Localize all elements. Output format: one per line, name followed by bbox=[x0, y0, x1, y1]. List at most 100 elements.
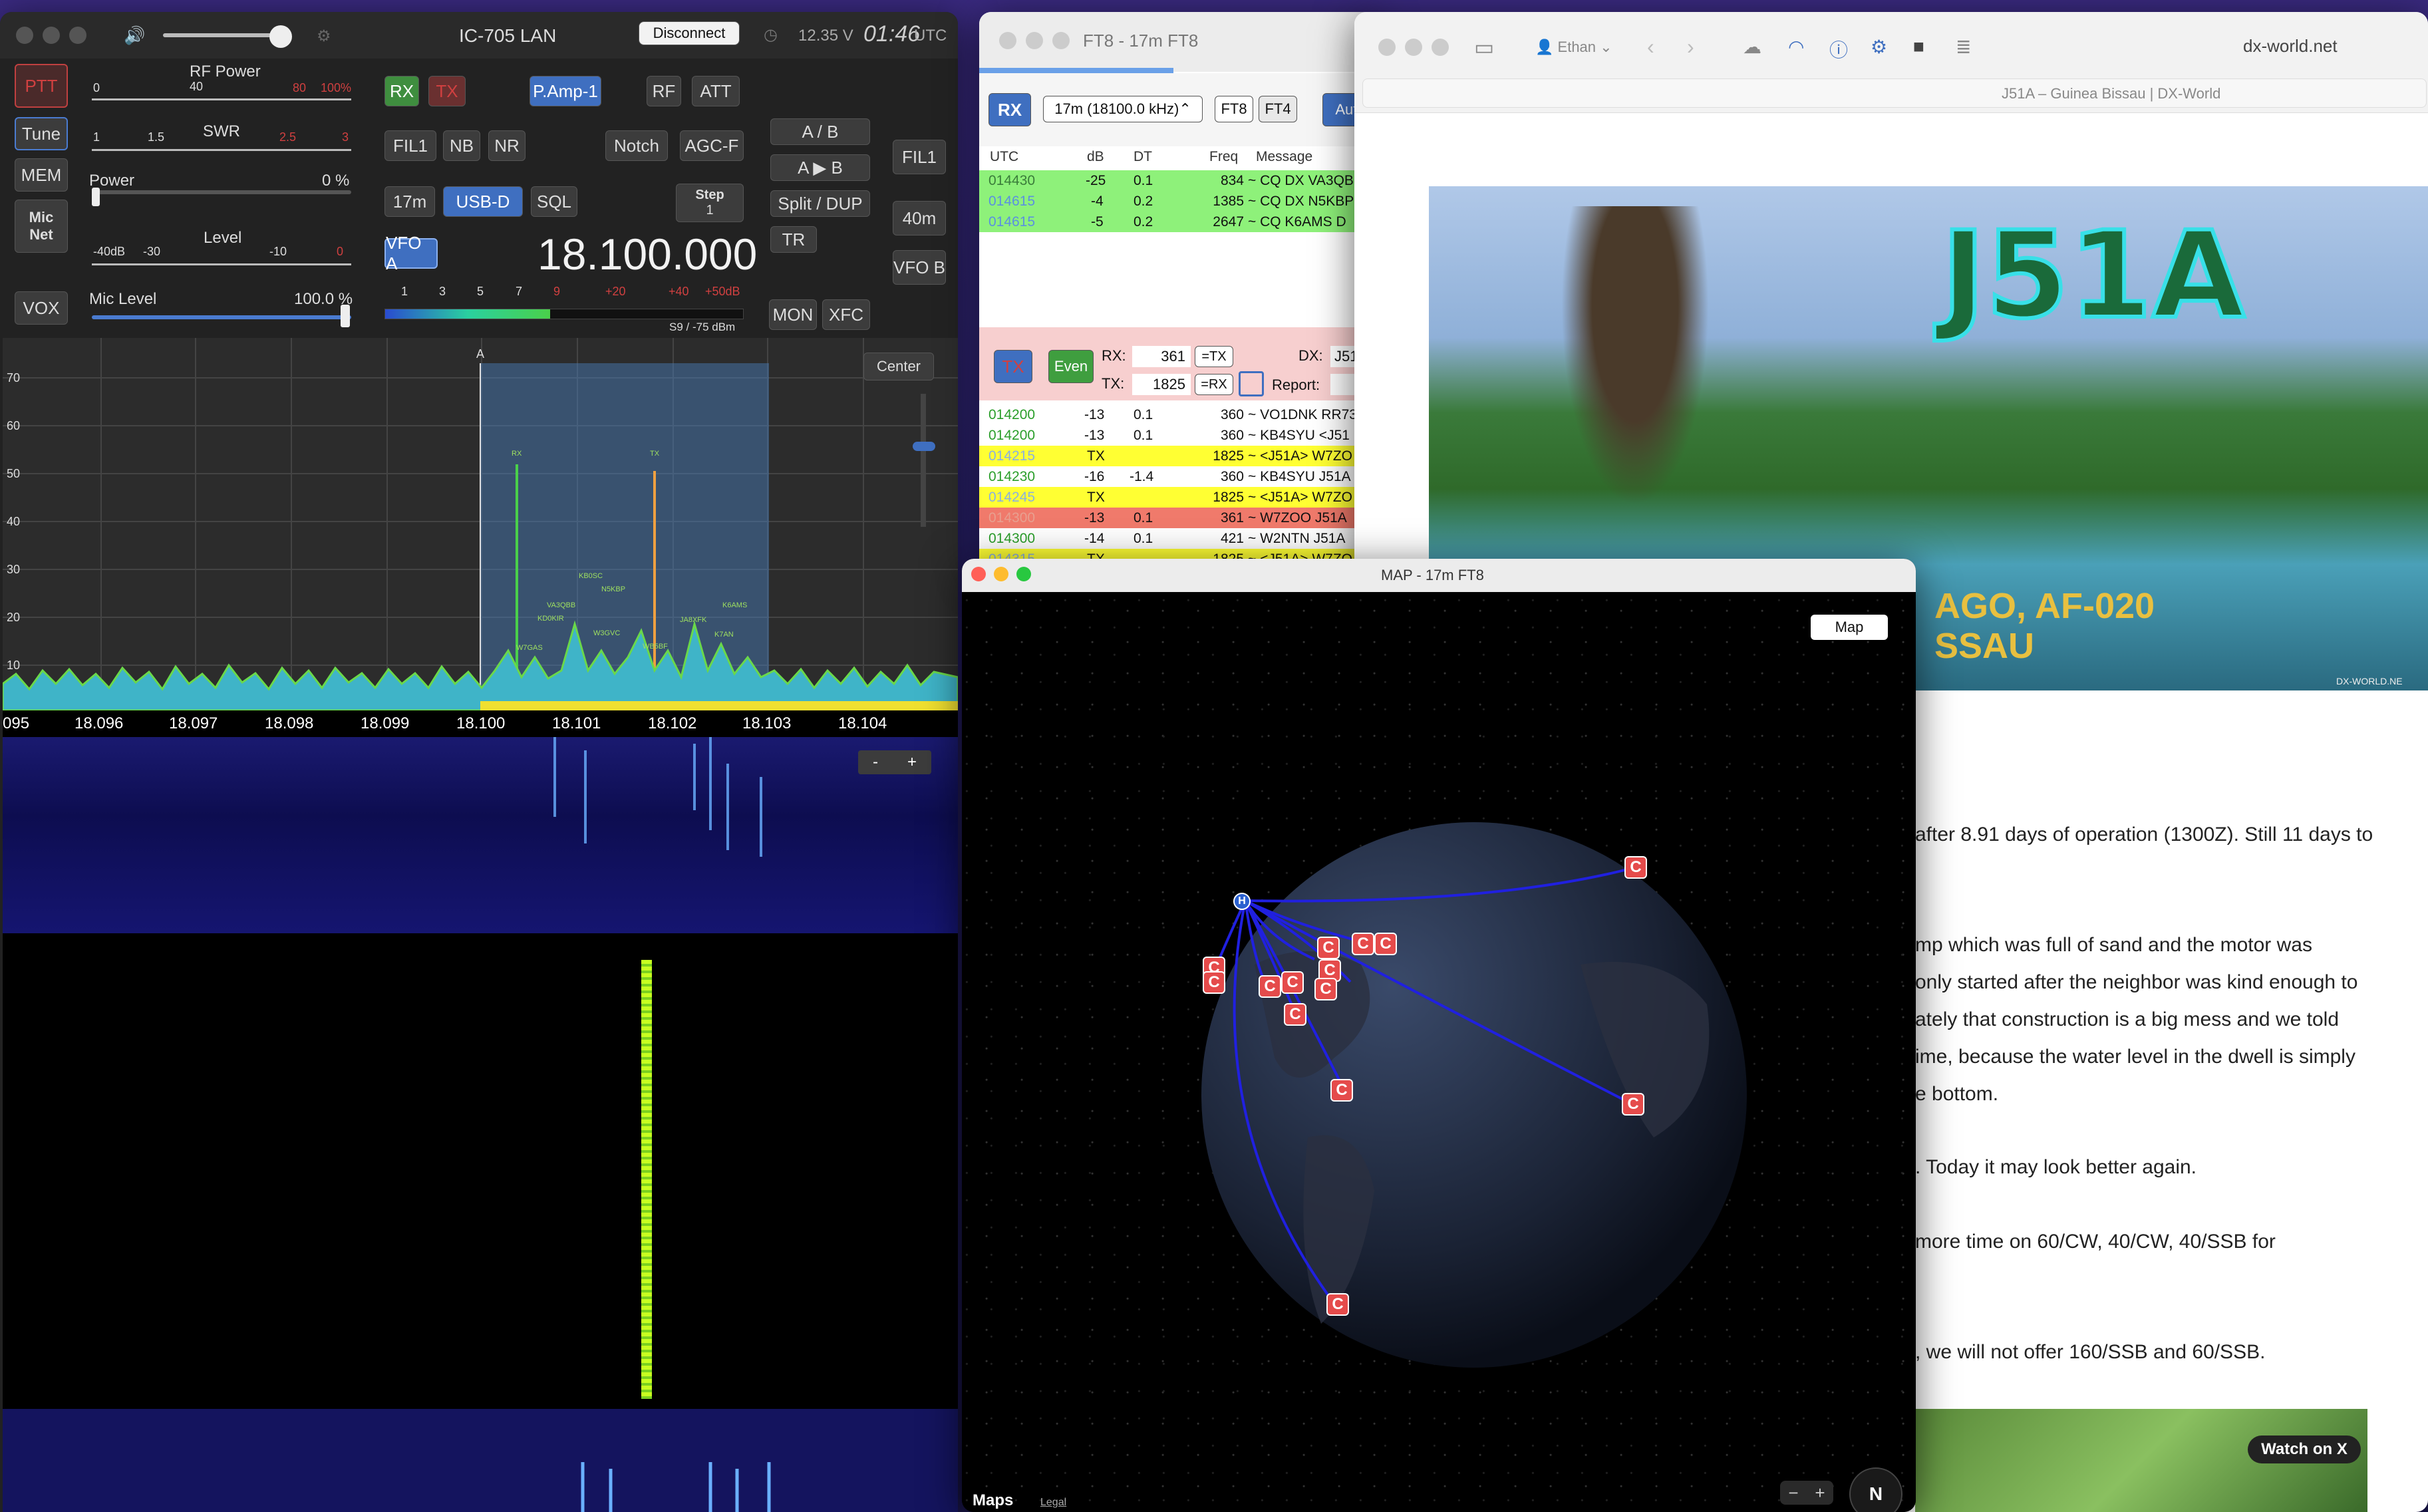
zoom-button[interactable] bbox=[69, 27, 86, 44]
step-button[interactable]: Step 1 bbox=[676, 184, 744, 222]
scope-level-slider[interactable] bbox=[921, 394, 926, 527]
nr-button[interactable]: NR bbox=[488, 130, 526, 161]
xfc-button[interactable]: XFC bbox=[822, 299, 870, 330]
notch-button[interactable]: Notch bbox=[605, 130, 668, 161]
mode-button[interactable]: USB-D bbox=[443, 186, 523, 217]
zoom-minus-button[interactable]: - bbox=[873, 753, 878, 772]
a-b-button[interactable]: A / B bbox=[770, 118, 870, 145]
cloud-icon[interactable]: ☁ bbox=[1743, 36, 1761, 58]
fil1-button[interactable]: FIL1 bbox=[384, 130, 436, 161]
a-to-b-button[interactable]: A ▶ B bbox=[770, 154, 870, 181]
map-pin[interactable]: C bbox=[1352, 933, 1374, 955]
map-minimize-button[interactable] bbox=[994, 567, 1008, 581]
map-zoom-out-button[interactable]: − bbox=[1788, 1483, 1798, 1503]
table-row[interactable]: 014215 TX 1825 ~ <J51A> W7ZO bbox=[979, 446, 1378, 466]
waterfall-top[interactable]: - + bbox=[3, 737, 958, 933]
map-zoom-in-button[interactable]: + bbox=[1815, 1483, 1825, 1503]
table-row[interactable]: 014200 -13 0.1 360 ~ KB4SYU <J51 bbox=[979, 425, 1378, 446]
map-pin[interactable]: C bbox=[1284, 1003, 1306, 1026]
map-pin[interactable]: C bbox=[1203, 971, 1225, 994]
ft8-tx-freq-input[interactable]: 1825 bbox=[1132, 374, 1191, 395]
table-row[interactable]: 014300 -13 0.1 361 ~ W7ZOO J51A bbox=[979, 508, 1378, 528]
tr-button[interactable]: TR bbox=[770, 226, 817, 253]
map-zoom-button[interactable] bbox=[1016, 567, 1031, 581]
spectrum-scope[interactable]: 70 60 50 40 30 20 10 A Center RX TX KB0S… bbox=[1, 338, 958, 712]
feed-icon[interactable]: ◠ bbox=[1788, 36, 1804, 58]
forward-icon[interactable]: › bbox=[1687, 35, 1694, 59]
fil1-right-button[interactable]: FIL1 bbox=[893, 140, 946, 174]
share-icon[interactable]: ≣ bbox=[1956, 36, 1971, 58]
ft8-mode-button[interactable]: FT8 bbox=[1215, 96, 1253, 122]
frequency-display[interactable]: 18.100.000 bbox=[537, 229, 757, 279]
waterfall-middle[interactable] bbox=[3, 933, 958, 1409]
browser-close-button[interactable] bbox=[1378, 39, 1396, 56]
vfo-b-button[interactable]: VFO B bbox=[893, 250, 946, 285]
watch-on-x-button[interactable]: Watch on X bbox=[2248, 1436, 2361, 1463]
map-pin[interactable]: C bbox=[1326, 1293, 1349, 1316]
mic-level-slider[interactable] bbox=[92, 315, 351, 319]
embedded-video[interactable]: Watch on X bbox=[1915, 1409, 2367, 1512]
sql-button[interactable]: SQL bbox=[531, 186, 577, 217]
ft8-eq-rx-button[interactable]: =RX bbox=[1195, 374, 1233, 395]
disconnect-button[interactable]: Disconnect bbox=[639, 21, 740, 45]
profile-menu[interactable]: 👤 Ethan ⌄ bbox=[1535, 39, 1612, 56]
waterfall-bottom[interactable] bbox=[3, 1409, 958, 1512]
ft8-eq-tx-button[interactable]: =TX bbox=[1195, 346, 1233, 367]
band-right-button[interactable]: 40m bbox=[893, 201, 946, 235]
ptt-button[interactable]: PTT bbox=[15, 64, 68, 108]
browser-minimize-button[interactable] bbox=[1405, 39, 1422, 56]
ft8-zoom-button[interactable] bbox=[1052, 32, 1070, 49]
att-button[interactable]: ATT bbox=[692, 76, 740, 106]
map-type-button[interactable]: Map bbox=[1811, 615, 1888, 640]
map-pin[interactable]: C bbox=[1624, 856, 1647, 879]
tune-button[interactable]: Tune bbox=[15, 117, 68, 150]
ft8-even-button[interactable]: Even bbox=[1048, 350, 1094, 383]
map-close-button[interactable] bbox=[971, 567, 986, 581]
ft8-tx-button[interactable]: TX bbox=[994, 350, 1032, 383]
table-row[interactable]: 014245 TX 1825 ~ <J51A> W7ZO bbox=[979, 487, 1378, 508]
map-view[interactable]: C C C C C C C C C C C C C C H Map Maps L… bbox=[962, 592, 1916, 1512]
map-pin[interactable]: C bbox=[1622, 1093, 1644, 1116]
ft8-minimize-button[interactable] bbox=[1026, 32, 1043, 49]
scope-level-knob[interactable] bbox=[913, 442, 935, 451]
info-icon[interactable]: ⓘ bbox=[1829, 36, 1848, 63]
minimize-button[interactable] bbox=[43, 27, 60, 44]
map-pin[interactable]: C bbox=[1330, 1079, 1353, 1102]
sidebar-icon[interactable]: ▭ bbox=[1474, 35, 1494, 60]
vox-button[interactable]: VOX bbox=[15, 291, 68, 325]
mic-level-slider-knob[interactable] bbox=[341, 305, 350, 327]
preamp-button[interactable]: P.Amp-1 bbox=[530, 76, 601, 106]
address-bar[interactable]: dx-world.net bbox=[2243, 36, 2338, 57]
split-dup-button[interactable]: Split / DUP bbox=[770, 190, 870, 217]
map-pin[interactable]: C bbox=[1314, 978, 1337, 1000]
home-station-pin[interactable]: H bbox=[1233, 893, 1251, 910]
table-row[interactable]: 014430 -25 0.1 834 ~ CQ DX VA3QB bbox=[979, 170, 1378, 191]
tx-button[interactable]: TX bbox=[428, 76, 466, 106]
gear-icon[interactable]: ⚙ bbox=[317, 27, 331, 46]
nb-button[interactable]: NB bbox=[443, 130, 480, 161]
mic-net-button[interactable]: Mic Net bbox=[15, 200, 68, 253]
legal-link[interactable]: Legal bbox=[1040, 1497, 1066, 1509]
reader-icon[interactable]: ■ bbox=[1913, 36, 1924, 57]
zoom-plus-button[interactable]: + bbox=[907, 753, 917, 772]
table-row[interactable]: 014615 -5 0.2 2647 ~ CQ K6AMS D bbox=[979, 212, 1378, 232]
band-button[interactable]: 17m bbox=[384, 186, 435, 217]
map-pin[interactable]: C bbox=[1317, 937, 1340, 959]
power-slider-knob[interactable] bbox=[92, 188, 100, 206]
ft4-mode-button[interactable]: FT4 bbox=[1259, 96, 1297, 122]
lock-icon[interactable] bbox=[1239, 371, 1264, 396]
table-row[interactable]: 014615 -4 0.2 1385 ~ CQ DX N5KBP bbox=[979, 191, 1378, 212]
mon-button[interactable]: MON bbox=[769, 299, 817, 330]
mem-button[interactable]: MEM bbox=[15, 158, 68, 192]
ft8-rx-freq-input[interactable]: 361 bbox=[1132, 346, 1191, 367]
agc-button[interactable]: AGC-F bbox=[680, 130, 744, 161]
center-button[interactable]: Center bbox=[863, 353, 934, 380]
ft8-rx-button[interactable]: RX bbox=[988, 93, 1031, 126]
map-pin[interactable]: C bbox=[1374, 933, 1397, 955]
vfo-a-button[interactable]: VFO A bbox=[384, 233, 438, 273]
waterfall-zoom-control[interactable]: - + bbox=[858, 750, 931, 774]
rx-button[interactable]: RX bbox=[384, 76, 419, 106]
back-icon[interactable]: ‹ bbox=[1647, 35, 1654, 59]
map-zoom-control[interactable]: − + bbox=[1780, 1481, 1833, 1505]
ft8-band-select[interactable]: 17m (18100.0 kHz) ⌃ bbox=[1043, 96, 1203, 122]
